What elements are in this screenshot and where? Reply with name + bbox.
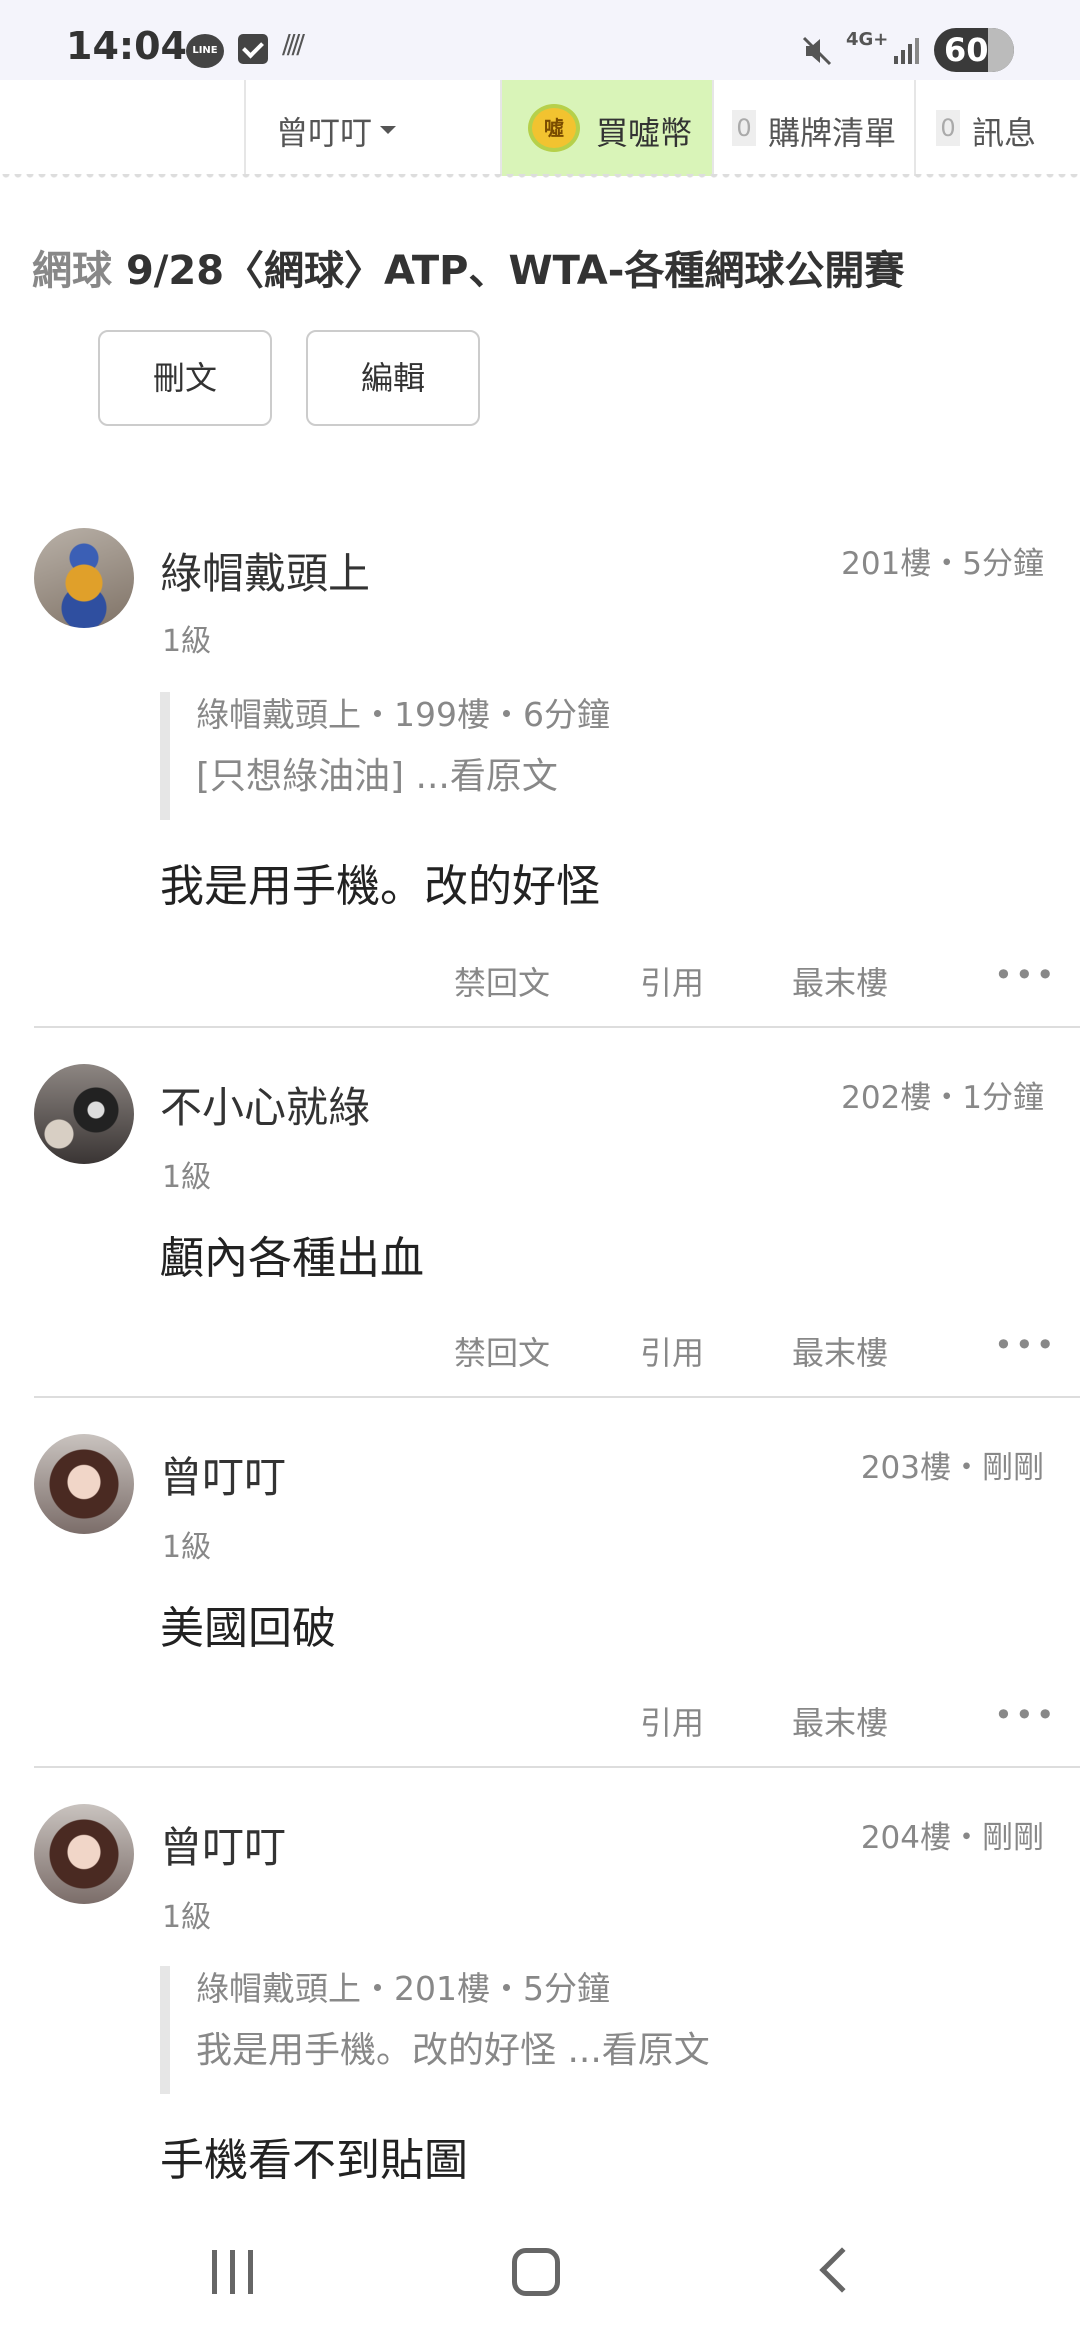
buy-coin-button[interactable]: 噓 買噓幣 — [502, 80, 712, 176]
avatar[interactable] — [34, 1064, 134, 1164]
author-name[interactable]: 曾叮叮 — [160, 1444, 286, 1505]
board-name[interactable]: 網球 — [32, 248, 112, 294]
floor-time: 203樓・剛剛 — [860, 1450, 1044, 1486]
avatar[interactable] — [34, 1804, 134, 1904]
nav-divider — [914, 80, 916, 176]
quote-block[interactable]: 綠帽戴頭上・201樓・5分鐘 我是用手機。改的好怪 ...看原文 — [160, 1966, 1040, 2094]
thread-title-text: 9/28〈網球〉ATP、WTA-各種網球公開賽 — [125, 248, 905, 294]
post-body: 美國回破 — [160, 1603, 336, 1654]
author-name[interactable]: 不小心就綠 — [160, 1074, 370, 1135]
avatar[interactable] — [34, 1434, 134, 1534]
post-body: 我是用手機。改的好怪 — [160, 861, 600, 912]
quote-text: 我是用手機。改的好怪 ...看原文 — [196, 2030, 710, 2071]
ban-reply-button[interactable]: 禁回文 — [454, 1328, 550, 1374]
network-icon: 4G+ — [846, 29, 889, 50]
cart-link[interactable]: 購牌清單 — [768, 108, 896, 154]
message-count: 0 — [936, 110, 960, 146]
signal-icon — [894, 38, 919, 64]
status-time: 14:04 — [66, 24, 187, 68]
user-level: 1級 — [162, 624, 212, 659]
divider — [34, 1766, 1080, 1768]
quote-text: [只想綠油油] ...看原文 — [196, 756, 558, 797]
divider — [34, 1396, 1080, 1398]
author-name[interactable]: 綠帽戴頭上 — [160, 540, 370, 601]
messages-link[interactable]: 訊息 — [972, 108, 1036, 154]
wave-icon: //// — [282, 30, 305, 60]
buy-coin-label: 買噓幣 — [596, 114, 693, 152]
mute-icon — [802, 36, 832, 66]
edit-button[interactable]: 編輯 — [306, 330, 480, 426]
nav-divider — [712, 80, 714, 176]
line-icon: LINE — [186, 34, 224, 68]
top-nav: 曾叮叮 噓 買噓幣 0 購牌清單 0 訊息 — [0, 80, 1080, 176]
cart-count: 0 — [732, 110, 756, 146]
user-menu[interactable]: 曾叮叮 — [276, 108, 372, 154]
last-floor-button[interactable]: 最末樓 — [792, 1328, 888, 1374]
delete-post-button[interactable]: 刪文 — [98, 330, 272, 426]
ban-reply-button[interactable]: 禁回文 — [454, 958, 550, 1004]
battery-level: 60 — [944, 31, 989, 69]
quote-block[interactable]: 綠帽戴頭上・199樓・6分鐘 [只想綠油油] ...看原文 — [160, 692, 1040, 820]
home-icon[interactable] — [512, 2248, 560, 2296]
quote-button[interactable]: 引用 — [640, 1328, 704, 1374]
post-body: 顱內各種出血 — [160, 1233, 424, 1284]
quote-meta: 綠帽戴頭上・201樓・5分鐘 — [196, 1969, 610, 2008]
post-body: 手機看不到貼圖 — [160, 2135, 468, 2186]
more-icon[interactable]: ••• — [994, 1326, 1057, 1364]
system-nav-bar — [0, 2210, 1080, 2340]
battery-icon: 60 — [934, 28, 1014, 72]
back-icon[interactable] — [819, 2247, 865, 2293]
status-bar: 14:04 LINE //// 4G+ 60 — [0, 0, 1080, 80]
author-name[interactable]: 曾叮叮 — [160, 1814, 286, 1875]
divider — [34, 1026, 1080, 1028]
nav-divider — [244, 80, 246, 176]
check-icon — [238, 34, 268, 64]
floor-time: 201樓・5分鐘 — [841, 546, 1044, 582]
coin-icon: 噓 — [528, 104, 580, 152]
user-level: 1級 — [162, 1900, 212, 1935]
more-icon[interactable]: ••• — [994, 1696, 1057, 1734]
floor-time: 204樓・剛剛 — [860, 1820, 1044, 1856]
nav-scallop-border — [0, 174, 1080, 180]
quote-meta: 綠帽戴頭上・199樓・6分鐘 — [196, 695, 610, 734]
user-level: 1級 — [162, 1530, 212, 1565]
quote-button[interactable]: 引用 — [640, 958, 704, 1004]
recents-icon[interactable] — [212, 2250, 256, 2294]
floor-time: 202樓・1分鐘 — [841, 1080, 1044, 1116]
caret-down-icon[interactable] — [380, 126, 396, 134]
last-floor-button[interactable]: 最末樓 — [792, 958, 888, 1004]
user-level: 1級 — [162, 1160, 212, 1195]
last-floor-button[interactable]: 最末樓 — [792, 1698, 888, 1744]
more-icon[interactable]: ••• — [994, 956, 1057, 994]
quote-button[interactable]: 引用 — [640, 1698, 704, 1744]
thread-title: 網球 9/28〈網球〉ATP、WTA-各種網球公開賽 — [32, 238, 904, 296]
avatar[interactable] — [34, 528, 134, 628]
